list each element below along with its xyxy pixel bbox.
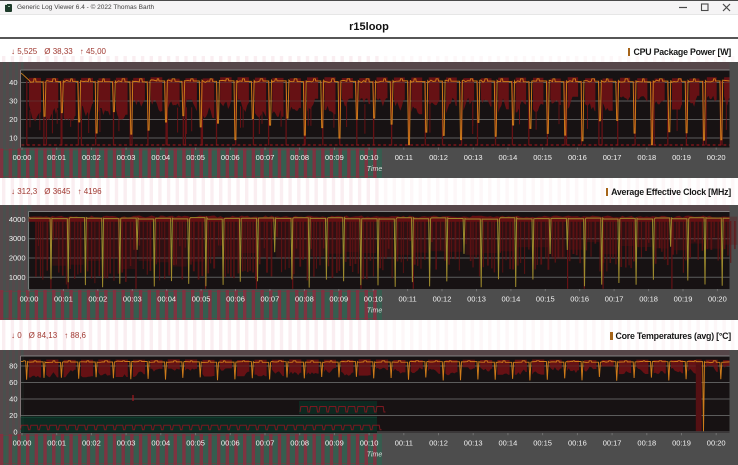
svg-text:60: 60 [9, 378, 17, 387]
svg-text:00:16: 00:16 [570, 295, 589, 304]
svg-text:00:04: 00:04 [151, 439, 170, 448]
svg-text:00:12: 00:12 [429, 439, 448, 448]
svg-text:00:05: 00:05 [192, 295, 211, 304]
svg-text:00:04: 00:04 [151, 153, 170, 162]
svg-text:00:19: 00:19 [672, 439, 691, 448]
svg-text:2000: 2000 [9, 254, 26, 263]
svg-text:00:09: 00:09 [325, 439, 344, 448]
svg-text:00:16: 00:16 [568, 439, 587, 448]
svg-text:00:06: 00:06 [226, 295, 245, 304]
svg-text:00:05: 00:05 [186, 439, 205, 448]
svg-text:00:12: 00:12 [429, 153, 448, 162]
svg-text:00:00: 00:00 [20, 295, 39, 304]
svg-text:00:15: 00:15 [533, 439, 552, 448]
svg-text:Time: Time [367, 166, 383, 173]
svg-text:00:04: 00:04 [157, 295, 176, 304]
svg-text:00:02: 00:02 [82, 153, 101, 162]
svg-text:10: 10 [9, 134, 17, 143]
svg-text:00:01: 00:01 [47, 153, 66, 162]
svg-text:00:03: 00:03 [117, 439, 136, 448]
svg-text:00:17: 00:17 [603, 153, 622, 162]
svg-text:00:20: 00:20 [707, 153, 726, 162]
svg-text:00:11: 00:11 [395, 439, 413, 448]
svg-text:00:20: 00:20 [707, 439, 726, 448]
svg-text:00:13: 00:13 [467, 295, 486, 304]
svg-text:Time: Time [367, 451, 383, 458]
svg-text:00:15: 00:15 [533, 153, 552, 162]
svg-text:00:07: 00:07 [261, 295, 280, 304]
svg-text:00:07: 00:07 [256, 153, 275, 162]
svg-text:00:10: 00:10 [364, 295, 383, 304]
svg-text:4000: 4000 [9, 215, 26, 224]
svg-text:00:08: 00:08 [295, 295, 314, 304]
svg-text:00:10: 00:10 [360, 439, 379, 448]
svg-text:00:17: 00:17 [605, 295, 624, 304]
svg-text:00:13: 00:13 [464, 439, 483, 448]
svg-text:00:08: 00:08 [290, 153, 309, 162]
svg-text:3000: 3000 [9, 234, 26, 243]
svg-text:00:19: 00:19 [674, 295, 693, 304]
svg-text:00:14: 00:14 [499, 439, 518, 448]
svg-text:00:00: 00:00 [13, 439, 32, 448]
svg-text:00:11: 00:11 [398, 295, 416, 304]
svg-text:00:12: 00:12 [433, 295, 452, 304]
svg-text:80: 80 [9, 362, 17, 371]
svg-text:0: 0 [13, 428, 17, 437]
svg-text:00:02: 00:02 [88, 295, 107, 304]
svg-text:00:02: 00:02 [82, 439, 101, 448]
svg-text:00:10: 00:10 [360, 153, 379, 162]
svg-text:00:14: 00:14 [499, 153, 518, 162]
svg-text:Time: Time [367, 307, 383, 314]
svg-text:00:15: 00:15 [536, 295, 555, 304]
svg-text:00:20: 00:20 [708, 295, 727, 304]
svg-text:00:00: 00:00 [13, 153, 32, 162]
svg-text:00:17: 00:17 [603, 439, 622, 448]
svg-text:00:08: 00:08 [290, 439, 309, 448]
svg-text:00:05: 00:05 [186, 153, 205, 162]
svg-text:00:16: 00:16 [568, 153, 587, 162]
svg-text:20: 20 [9, 115, 17, 124]
svg-text:30: 30 [9, 97, 17, 106]
svg-text:00:09: 00:09 [329, 295, 348, 304]
svg-text:00:14: 00:14 [502, 295, 521, 304]
svg-text:00:01: 00:01 [47, 439, 66, 448]
svg-text:40: 40 [9, 395, 17, 404]
svg-text:1000: 1000 [9, 273, 26, 282]
svg-text:00:06: 00:06 [221, 153, 240, 162]
svg-text:20: 20 [9, 411, 17, 420]
svg-text:00:01: 00:01 [54, 295, 73, 304]
svg-text:00:11: 00:11 [395, 153, 413, 162]
svg-text:00:09: 00:09 [325, 153, 344, 162]
svg-text:00:03: 00:03 [123, 295, 142, 304]
svg-text:00:07: 00:07 [256, 439, 275, 448]
svg-text:00:06: 00:06 [221, 439, 240, 448]
svg-text:00:18: 00:18 [639, 295, 658, 304]
svg-text:00:19: 00:19 [672, 153, 691, 162]
svg-text:00:18: 00:18 [637, 153, 656, 162]
svg-text:40: 40 [9, 78, 17, 87]
svg-text:00:13: 00:13 [464, 153, 483, 162]
svg-text:00:18: 00:18 [637, 439, 656, 448]
svg-text:00:03: 00:03 [117, 153, 136, 162]
